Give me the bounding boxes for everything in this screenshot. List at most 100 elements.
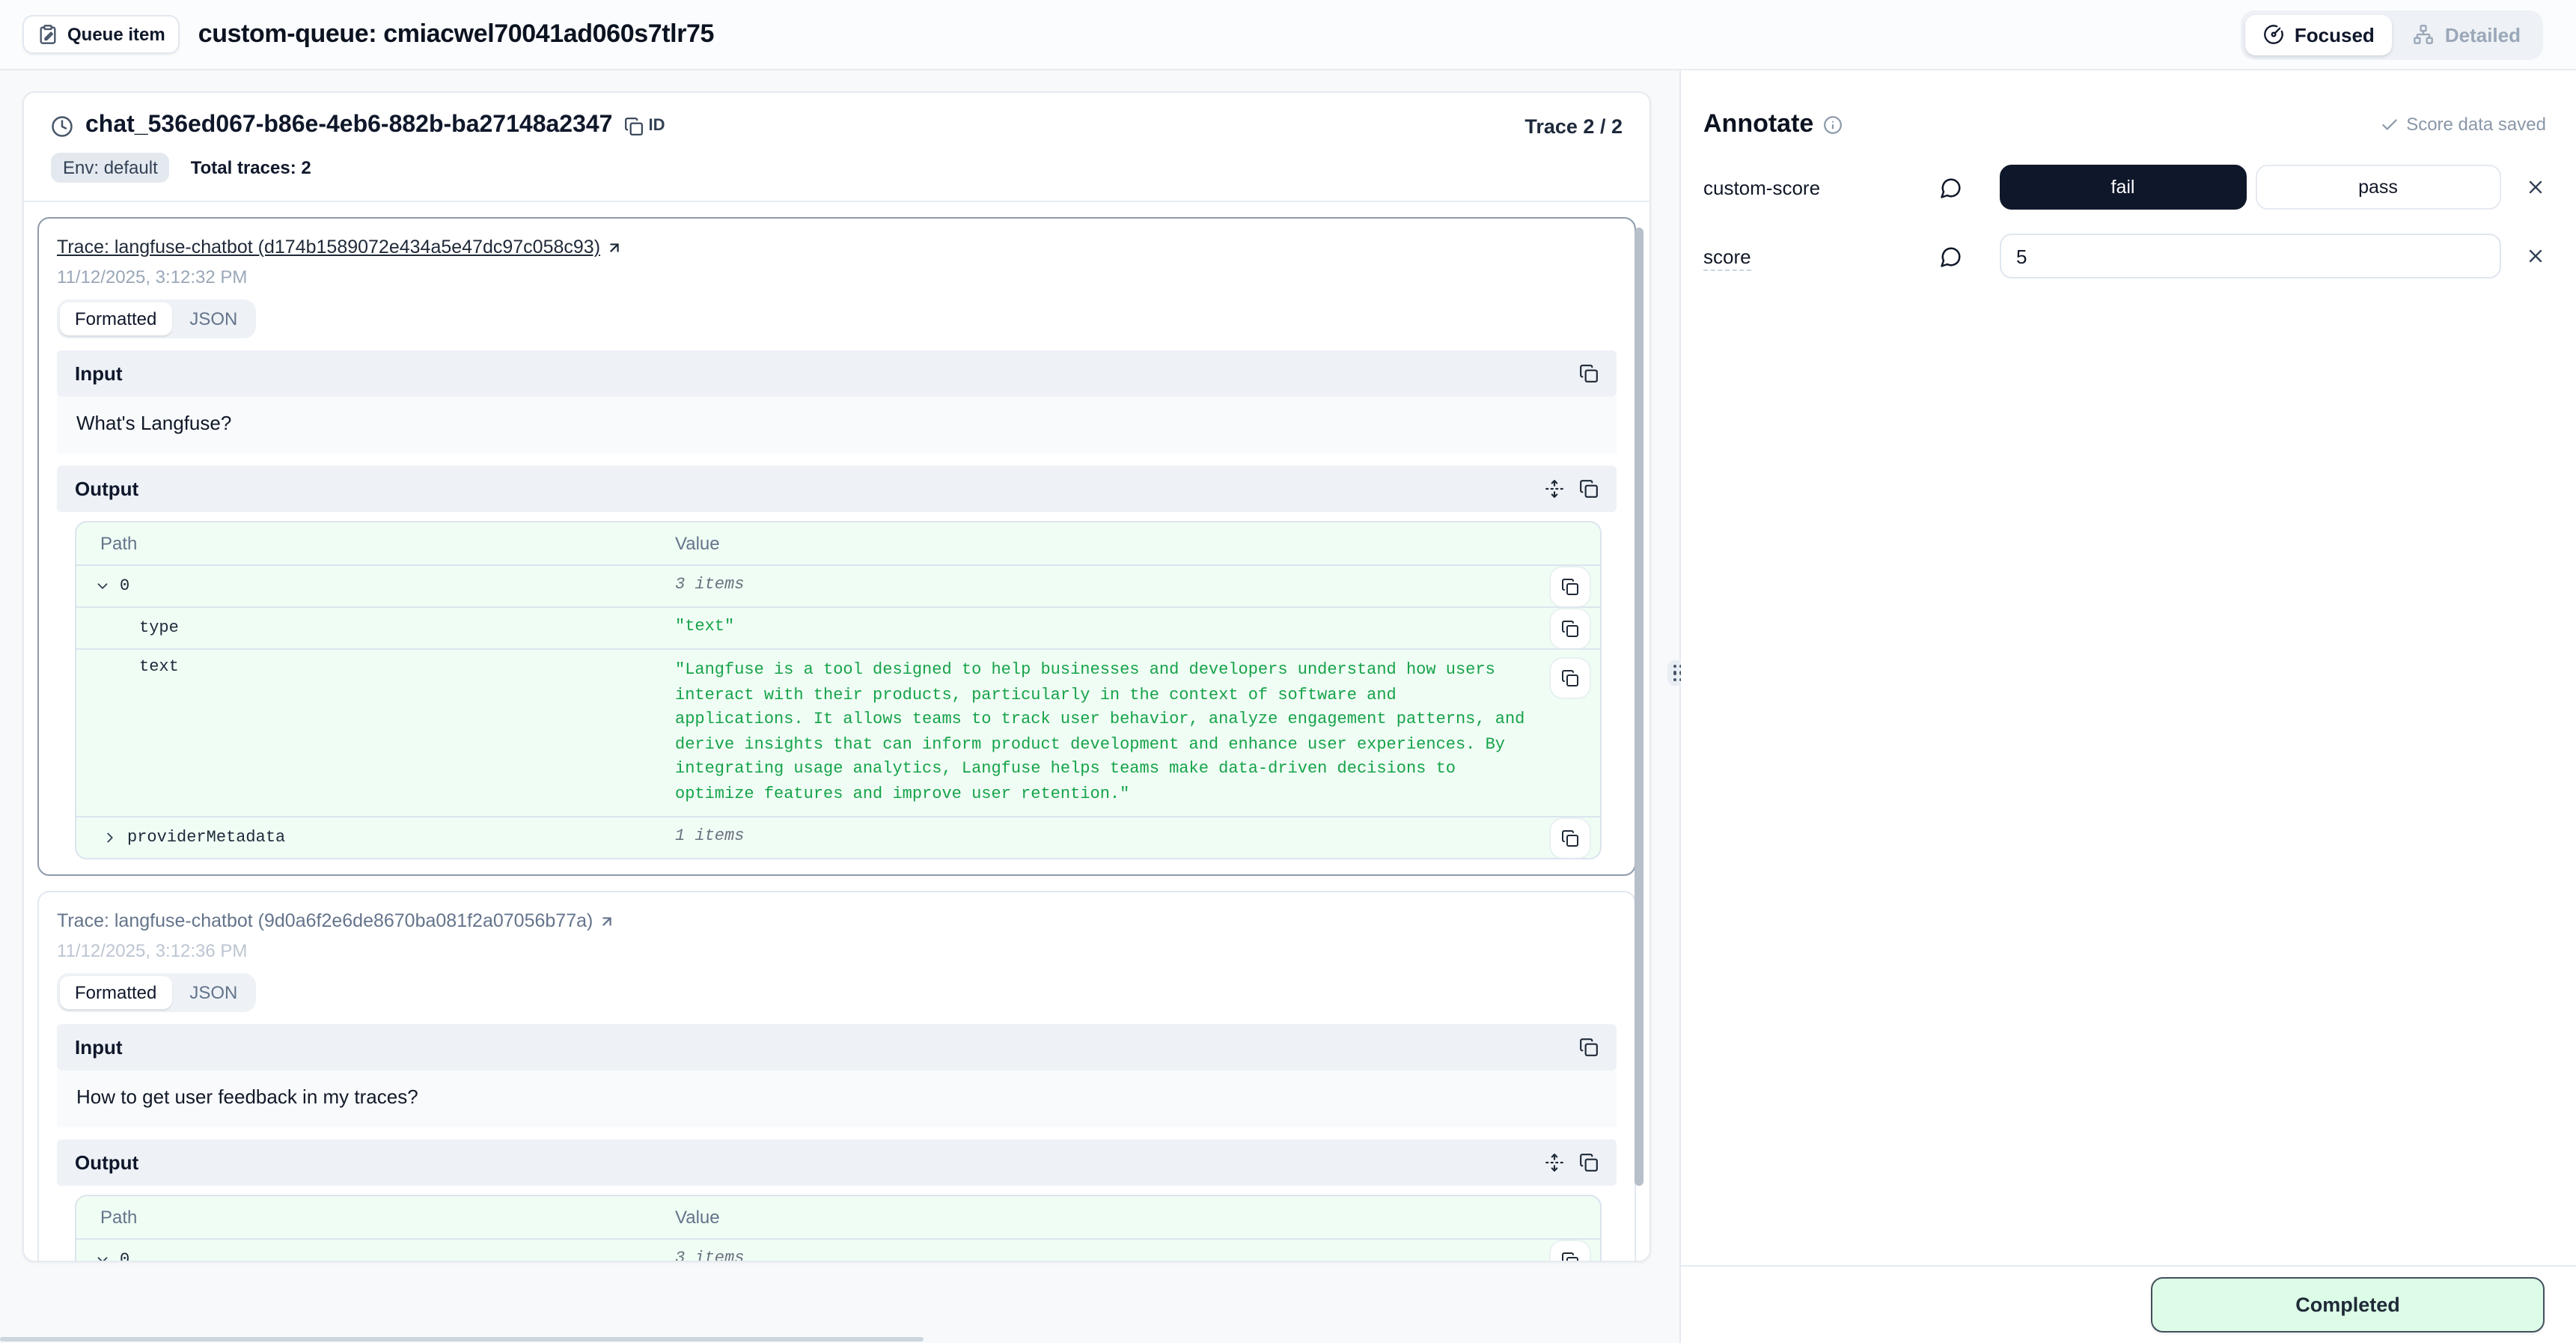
- trace-counter: Trace 2 / 2: [1524, 115, 1623, 137]
- row-path: 0: [120, 1251, 129, 1262]
- tab-json[interactable]: JSON: [174, 302, 252, 335]
- comment-icon[interactable]: [1940, 176, 2000, 198]
- option-pass-button[interactable]: pass: [2255, 165, 2501, 210]
- row-path: type: [139, 619, 179, 637]
- score-label: custom-score: [1703, 176, 1940, 198]
- score-row-score: score: [1703, 234, 2546, 278]
- trace-card-2: Trace: langfuse-chatbot (9d0a6f2e6de8670…: [37, 891, 1636, 1262]
- gauge-icon: [2263, 24, 2284, 45]
- env-badge: Env: default: [51, 153, 170, 183]
- table-row[interactable]: providerMetadata 1 items: [76, 817, 1600, 858]
- unfold-vertical-icon[interactable]: [1545, 1153, 1564, 1172]
- annotate-title: Annotate: [1703, 109, 1813, 139]
- table-row[interactable]: type "text": [76, 608, 1600, 650]
- format-tabs: Formatted JSON: [57, 973, 255, 1012]
- copy-row-button[interactable]: [1551, 818, 1590, 857]
- row-value: "Langfuse is a tool designed to help bus…: [675, 659, 1540, 807]
- output-label: Output: [75, 478, 138, 500]
- option-fail-button[interactable]: fail: [2000, 165, 2246, 210]
- value-header: Value: [675, 1207, 1540, 1228]
- format-tabs: Formatted JSON: [57, 299, 255, 338]
- path-header: Path: [76, 533, 675, 554]
- trace-timestamp: 11/12/2025, 3:12:32 PM: [57, 267, 1617, 287]
- output-json-table: Path Value 0 3 items: [75, 1195, 1602, 1262]
- view-toggle-focused[interactable]: Focused: [2245, 14, 2393, 55]
- app: Queue item custom-queue: cmiacwel70041ad…: [0, 0, 2576, 1343]
- trace-link-1[interactable]: Trace: langfuse-chatbot (d174b1589072e43…: [57, 237, 623, 258]
- top-bar: Queue item custom-queue: cmiacwel70041ad…: [0, 0, 2576, 70]
- tab-json[interactable]: JSON: [174, 976, 252, 1009]
- value-header: Value: [675, 533, 1540, 554]
- annotate-footer: Completed: [1681, 1265, 2576, 1343]
- trace-link-2[interactable]: Trace: langfuse-chatbot (9d0a6f2e6de8670…: [57, 910, 615, 931]
- queue-item-badge-label: Queue item: [67, 24, 165, 45]
- item-title: chat_536ed067-b86e-4eb6-882b-ba27148a234…: [85, 112, 612, 139]
- trace-link-label: Trace: langfuse-chatbot (d174b1589072e43…: [57, 237, 600, 258]
- copy-output-button[interactable]: [1579, 1153, 1599, 1172]
- chevron-right-icon[interactable]: [102, 829, 118, 846]
- queue-item-panel: chat_536ed067-b86e-4eb6-882b-ba27148a234…: [22, 91, 1651, 1262]
- output-label: Output: [75, 1151, 138, 1174]
- tab-formatted[interactable]: Formatted: [60, 976, 171, 1009]
- input-text: How to get user feedback in my traces?: [57, 1071, 1617, 1127]
- copy-row-button[interactable]: [1551, 567, 1590, 606]
- copy-row-button[interactable]: [1551, 609, 1590, 648]
- external-link-icon: [599, 913, 615, 929]
- remove-score-button[interactable]: [2525, 177, 2546, 198]
- info-icon[interactable]: [1822, 115, 1842, 134]
- check-icon: [2379, 115, 2399, 134]
- copy-row-button[interactable]: [1551, 1240, 1590, 1262]
- table-header-row: Path Value: [76, 1196, 1600, 1240]
- copy-input-button[interactable]: [1579, 1038, 1599, 1057]
- detailed-label: Detailed: [2445, 23, 2521, 46]
- table-row[interactable]: 0 3 items: [76, 566, 1600, 608]
- row-value: 3 items: [675, 574, 1540, 599]
- external-link-icon: [606, 239, 623, 255]
- copy-input-button[interactable]: [1579, 364, 1599, 383]
- focused-label: Focused: [2295, 23, 2375, 46]
- unfold-vertical-icon[interactable]: [1545, 479, 1564, 499]
- input-text: What's Langfuse?: [57, 397, 1617, 454]
- remove-score-button[interactable]: [2525, 246, 2546, 267]
- item-header: chat_536ed067-b86e-4eb6-882b-ba27148a234…: [24, 93, 1649, 201]
- trace-link-label: Trace: langfuse-chatbot (9d0a6f2e6de8670…: [57, 910, 593, 931]
- output-section: Output Path Valu: [57, 1139, 1617, 1262]
- save-status: Score data saved: [2379, 114, 2546, 135]
- clock-icon: [51, 115, 73, 137]
- input-section: Input How to get user feedback in my tra…: [57, 1024, 1617, 1127]
- score-value-input[interactable]: [2000, 234, 2501, 278]
- row-path: providerMetadata: [127, 829, 285, 847]
- table-row[interactable]: 0 3 items: [76, 1240, 1600, 1262]
- score-label: score: [1703, 245, 1940, 267]
- table-row[interactable]: text "Langfuse is a tool designed to hel…: [76, 650, 1600, 817]
- row-path: text: [139, 659, 179, 677]
- tab-formatted[interactable]: Formatted: [60, 302, 171, 335]
- comment-icon[interactable]: [1940, 245, 2000, 267]
- save-status-label: Score data saved: [2406, 114, 2546, 135]
- trace-card-1: Trace: langfuse-chatbot (d174b1589072e43…: [37, 217, 1636, 876]
- output-section: Output Path Valu: [57, 466, 1617, 859]
- copy-icon: [624, 116, 644, 135]
- output-json-table: Path Value 0 3 items: [75, 521, 1602, 859]
- completed-button[interactable]: Completed: [2151, 1277, 2545, 1333]
- id-label: ID: [648, 117, 665, 135]
- row-value: 1 items: [675, 826, 1540, 850]
- view-toggle-detailed[interactable]: Detailed: [2396, 14, 2539, 55]
- trace-list: Trace: langfuse-chatbot (d174b1589072e43…: [24, 202, 1649, 1262]
- copy-id-button[interactable]: ID: [624, 116, 665, 135]
- score-row-custom-score: custom-score fail pass: [1703, 165, 2546, 210]
- copy-row-button[interactable]: [1551, 659, 1590, 698]
- chevron-down-icon[interactable]: [94, 578, 111, 594]
- row-value: 3 items: [675, 1248, 1540, 1263]
- view-mode-toggle: Focused Detailed: [2241, 10, 2543, 59]
- row-path: 0: [120, 577, 129, 595]
- input-label: Input: [75, 1036, 123, 1059]
- vertical-scrollbar[interactable]: [1635, 228, 1643, 1186]
- chevron-down-icon[interactable]: [94, 1252, 111, 1262]
- copy-output-button[interactable]: [1579, 479, 1599, 499]
- path-header: Path: [76, 1207, 675, 1228]
- horizontal-scrollbar[interactable]: [0, 1337, 924, 1342]
- total-traces: Total traces: 2: [191, 157, 311, 178]
- input-label: Input: [75, 362, 123, 385]
- trace-timestamp: 11/12/2025, 3:12:36 PM: [57, 940, 1617, 961]
